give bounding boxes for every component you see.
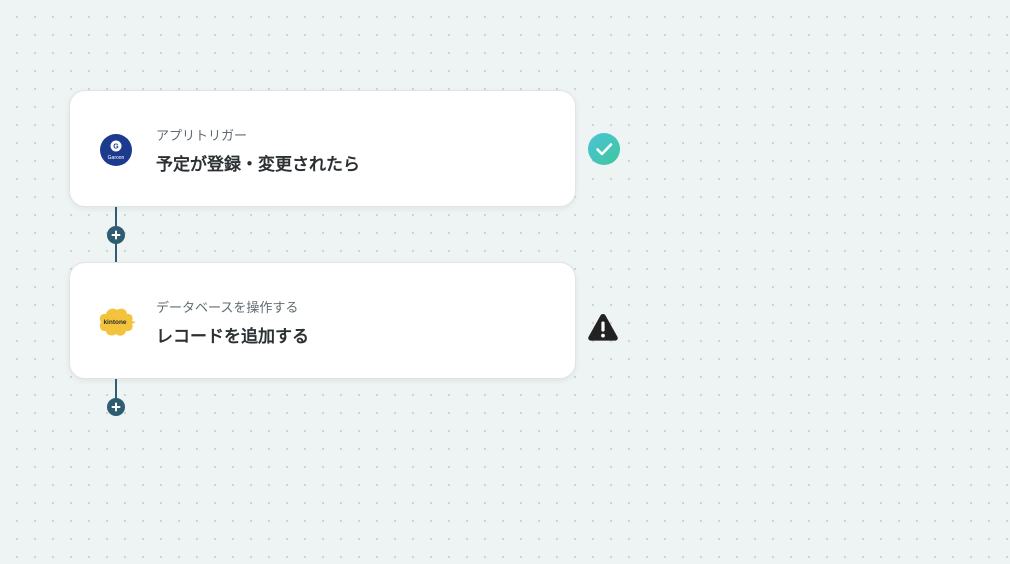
check-circle-icon <box>588 133 620 165</box>
svg-text:G: G <box>113 144 119 151</box>
add-step-button[interactable] <box>107 398 125 416</box>
plus-icon <box>111 230 121 240</box>
kintone-icon: kintone <box>99 308 136 336</box>
step-title: 予定が登録・変更されたら <box>156 155 360 175</box>
garoon-icon: G Garoon <box>100 134 132 166</box>
add-step-button[interactable] <box>107 226 125 244</box>
step-title: レコードを追加する <box>156 327 309 347</box>
flow-step-action[interactable]: kintone データベースを操作する レコードを追加する <box>69 262 576 379</box>
kintone-logo-text: kintone <box>103 319 126 326</box>
warning-triangle-icon <box>588 314 618 341</box>
step-category-label: データベースを操作する <box>156 301 299 316</box>
plus-icon <box>111 402 121 412</box>
garoon-logo-text: Garoon <box>108 155 125 161</box>
flow-step-trigger[interactable]: G Garoon アプリトリガー 予定が登録・変更されたら <box>69 90 576 207</box>
step-category-label: アプリトリガー <box>156 129 248 144</box>
flow-connector-line <box>115 379 117 399</box>
